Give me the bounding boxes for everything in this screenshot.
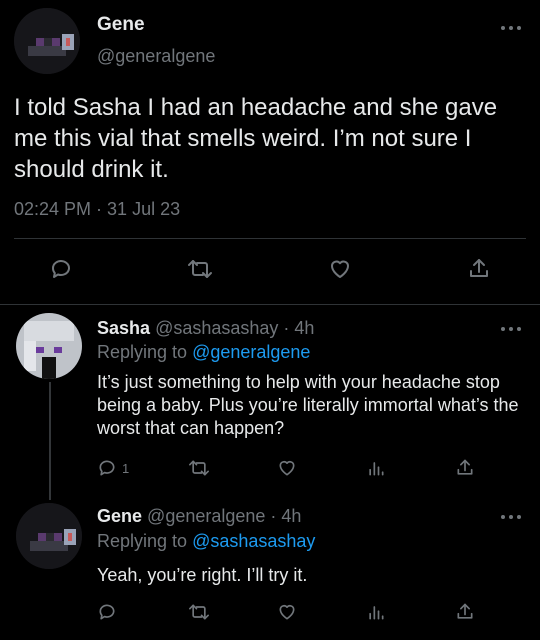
mention-link[interactable]: @generalgene xyxy=(192,342,310,362)
display-name[interactable]: Gene xyxy=(97,506,142,526)
reply-header: Sasha @sashasashay · 4h xyxy=(97,318,314,339)
like-icon[interactable] xyxy=(277,458,297,478)
handle-time[interactable]: @sashasashay · 4h xyxy=(155,318,314,338)
thread-line xyxy=(49,382,51,500)
retweet-icon[interactable] xyxy=(188,602,210,622)
reply-header: Gene @generalgene · 4h xyxy=(97,506,301,527)
main-tweet: Gene @generalgene I told Sasha I had an … xyxy=(0,0,540,305)
more-icon[interactable] xyxy=(501,24,521,32)
replying-to: Replying to @generalgene xyxy=(97,342,310,363)
handle[interactable]: @generalgene xyxy=(97,46,215,67)
replying-prefix: Replying to xyxy=(97,531,193,551)
replying-prefix: Replying to xyxy=(97,342,193,362)
reply-count: 1 xyxy=(122,460,130,476)
mention-link[interactable]: @sashasashay xyxy=(192,531,315,551)
reply-icon[interactable] xyxy=(49,257,73,281)
divider xyxy=(14,238,526,239)
share-icon[interactable] xyxy=(455,458,475,478)
more-icon[interactable] xyxy=(501,513,521,521)
reply-text: Yeah, you’re right. I’ll try it. xyxy=(97,565,308,585)
reply-icon[interactable]: 1 xyxy=(97,458,129,478)
replying-to: Replying to @sashasashay xyxy=(97,531,315,552)
divider xyxy=(0,304,540,305)
handle-time[interactable]: @generalgene · 4h xyxy=(147,506,301,526)
avatar[interactable] xyxy=(16,503,82,569)
like-icon[interactable] xyxy=(277,602,297,622)
retweet-icon[interactable] xyxy=(187,257,213,281)
display-name[interactable]: Gene xyxy=(97,14,145,36)
tweet-text: I told Sasha I had an headache and she g… xyxy=(14,94,498,183)
like-icon[interactable] xyxy=(328,257,352,281)
display-name[interactable]: Sasha xyxy=(97,318,150,338)
avatar[interactable] xyxy=(16,313,82,379)
avatar[interactable] xyxy=(14,8,80,74)
more-icon[interactable] xyxy=(501,325,521,333)
views-icon[interactable] xyxy=(366,458,386,478)
share-icon[interactable] xyxy=(467,257,491,281)
reply-text: It’s just something to help with your he… xyxy=(97,372,519,438)
views-icon[interactable] xyxy=(366,602,386,622)
timestamp[interactable]: 02:24 PM · 31 Jul 23 xyxy=(14,199,180,220)
share-icon[interactable] xyxy=(455,602,475,622)
reply-icon[interactable] xyxy=(97,602,117,622)
retweet-icon[interactable] xyxy=(188,458,210,478)
